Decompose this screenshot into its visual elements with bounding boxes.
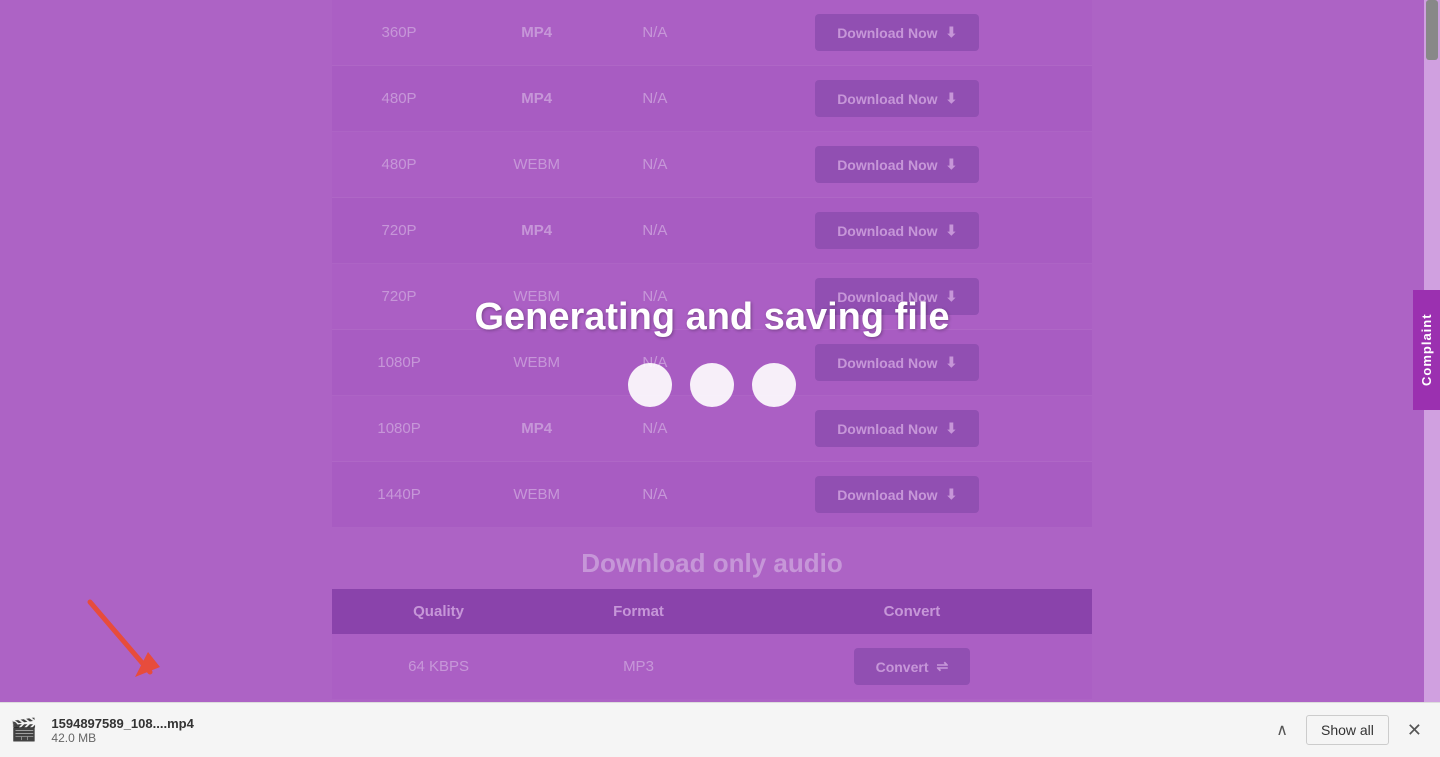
close-download-bar-button[interactable]: ✕ <box>1399 716 1430 745</box>
spinner-dots <box>628 363 796 407</box>
dot-2 <box>690 363 734 407</box>
show-all-button[interactable]: Show all <box>1306 715 1389 745</box>
dot-1 <box>628 363 672 407</box>
download-expand-button[interactable]: ∧ <box>1268 716 1296 744</box>
overlay-text: Generating and saving file <box>474 296 949 339</box>
scrollbar-thumb[interactable] <box>1426 0 1438 60</box>
download-bar-icon: 🎬 <box>10 717 37 743</box>
main-content: 360PMP4N/ADownload Now ⬇480PMP4N/ADownlo… <box>0 0 1424 702</box>
generating-overlay: Generating and saving file <box>0 0 1424 702</box>
download-filesize: 42.0 MB <box>51 731 1258 745</box>
download-filename: 1594897589_108....mp4 <box>51 716 1258 731</box>
download-bar: 🎬 1594897589_108....mp4 42.0 MB ∧ Show a… <box>0 702 1440 757</box>
complaint-tab[interactable]: Complaint <box>1413 290 1440 410</box>
download-file-info: 1594897589_108....mp4 42.0 MB <box>51 716 1258 745</box>
dot-3 <box>752 363 796 407</box>
